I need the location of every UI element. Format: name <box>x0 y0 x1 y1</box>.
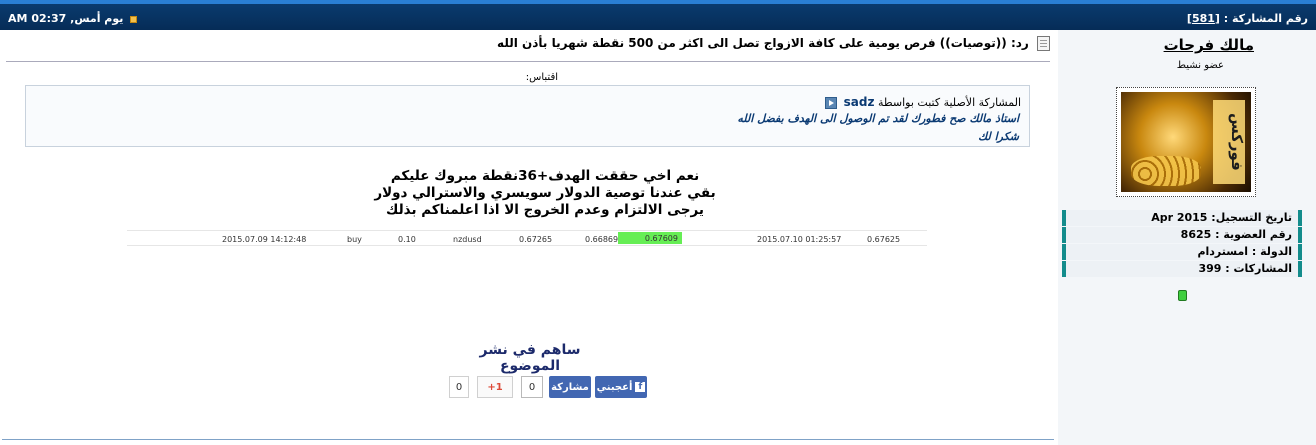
user-country: الدولة : امستردام <box>1062 244 1302 260</box>
user-title: عضو نشيط <box>1176 60 1224 71</box>
quote-box: المشاركة الأصلية كتبت بواسطة sadz استاذ … <box>25 85 1030 147</box>
avatar-brand-text: فوركس <box>1213 100 1246 184</box>
trade-take-profit: 0.67609 <box>618 232 682 244</box>
facebook-like-label: أعجبني <box>596 381 633 393</box>
quote-label: اقتباس: <box>525 72 558 83</box>
facebook-like-button[interactable]: أعجبني f <box>595 376 647 398</box>
share-heading: ساهم في نشر الموضوع <box>479 342 581 374</box>
post-message: نعم اخي حققت الهدف+36نقطة مبروك عليكم بق… <box>300 168 790 219</box>
trade-row: 2015.07.09 14:12:48 buy 0.10 nzdusd 0.67… <box>127 230 927 246</box>
trade-size: 0.10 <box>398 235 416 244</box>
trade-symbol: nzdusd <box>453 235 482 244</box>
user-info-list: تاريخ التسجيل: Apr 2015 رقم العضوية : 86… <box>1062 210 1302 278</box>
post-header-bar: يوم أمس, 02:37 AM رقم المشاركة : [581] <box>0 0 1316 30</box>
post-content: رد: ((توصيات)) فرص يومية على كافة الازوا… <box>0 30 1056 445</box>
post-date: يوم أمس, 02:37 AM <box>8 12 138 25</box>
title-divider <box>6 61 1050 62</box>
post-number-label: رقم المشاركة : <box>1223 12 1308 25</box>
trade-open-price: 0.67265 <box>519 235 553 244</box>
post-footer-divider <box>2 439 1054 440</box>
user-join-date: تاريخ التسجيل: Apr 2015 <box>1062 210 1302 226</box>
username-link[interactable]: مالك فرحات <box>1164 36 1254 54</box>
trade-open-time: 2015.07.09 14:12:48 <box>222 235 307 244</box>
post-number-link[interactable]: 581 <box>1192 12 1215 25</box>
quote-text-line: شكرا لك <box>978 130 1019 143</box>
user-sidebar: مالك فرحات عضو نشيط فوركس تاريخ التسجيل:… <box>1058 30 1316 445</box>
view-post-arrow-icon[interactable] <box>825 97 838 109</box>
facebook-icon: f <box>635 382 646 392</box>
quote-text-line: استاذ مالك صح فطورك لقد تم الوصول الى ال… <box>737 112 1019 125</box>
trade-stop-loss: 0.66869 <box>585 235 619 244</box>
post-title: رد: ((توصيات)) فرص يومية على كافة الازوا… <box>497 36 1050 51</box>
trade-close-price: 0.67625 <box>867 235 901 244</box>
gplus-count: 0 <box>449 376 469 398</box>
gplus-button[interactable]: +1 <box>477 376 513 398</box>
avatar-frame[interactable]: فوركس <box>1116 87 1256 197</box>
message-line: يرجى الالتزام وعدم الخروج الا اذا اعلمنا… <box>386 202 704 218</box>
quote-origin: المشاركة الأصلية كتبت بواسطة sadz <box>822 95 1021 109</box>
user-member-id: رقم العضوية : 8625 <box>1062 227 1302 243</box>
online-status-icon <box>1178 290 1187 301</box>
quote-author[interactable]: sadz <box>844 95 875 109</box>
post-date-text: يوم أمس, 02:37 AM <box>8 12 124 25</box>
post-title-text: رد: ((توصيات)) فرص يومية على كافة الازوا… <box>497 36 1029 50</box>
trade-close-time: 2015.07.10 01:25:57 <box>757 235 842 244</box>
trade-type: buy <box>347 235 362 244</box>
share-count: 0 <box>521 376 543 398</box>
facebook-share-button[interactable]: مشاركة <box>549 376 591 398</box>
post-date-icon <box>130 15 138 23</box>
user-post-count: المشاركات : 399 <box>1062 261 1302 277</box>
document-icon <box>1037 36 1050 51</box>
quote-prefix: المشاركة الأصلية كتبت بواسطة <box>877 96 1021 109</box>
message-line: نعم اخي حققت الهدف+36نقطة مبروك عليكم <box>390 168 700 184</box>
message-line: بقي عندنا توصية الدولار سويسري والاسترال… <box>374 185 716 201</box>
avatar: فوركس <box>1121 92 1251 192</box>
coins-graphic <box>1131 156 1201 186</box>
post-number: رقم المشاركة : [581] <box>1186 12 1308 25</box>
